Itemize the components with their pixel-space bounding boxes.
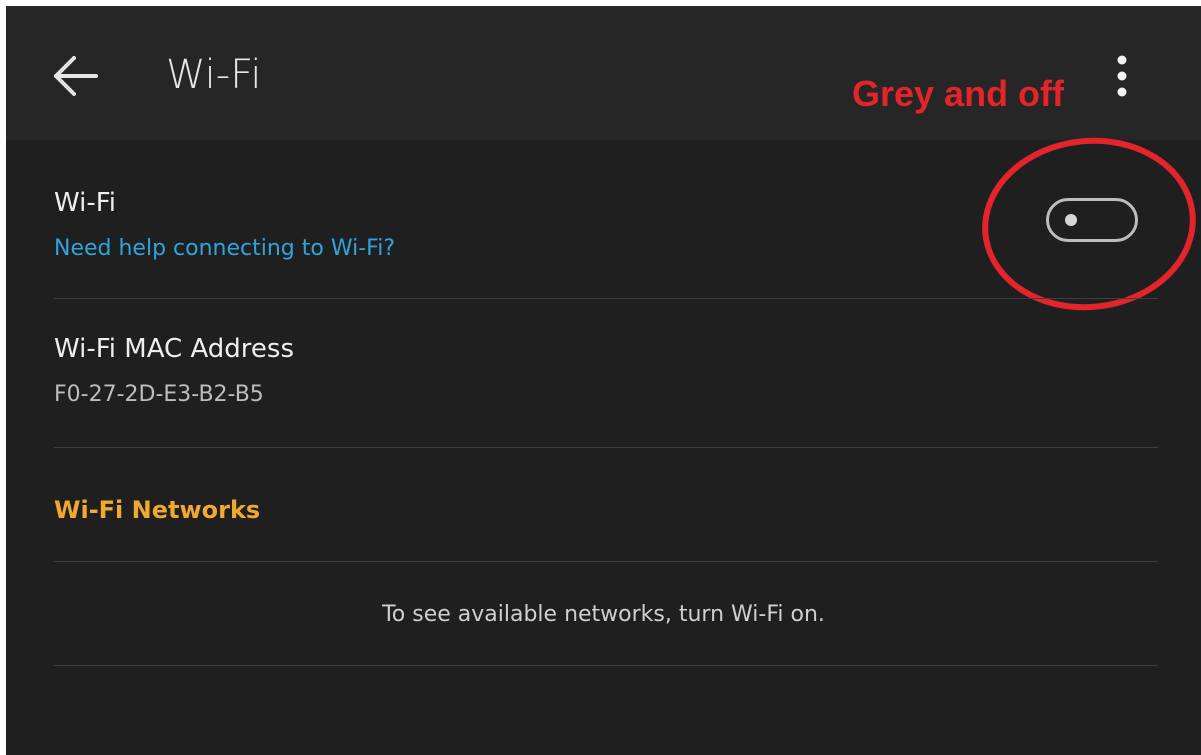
wifi-toggle-switch[interactable] — [1046, 198, 1138, 242]
divider — [54, 561, 1158, 562]
back-button[interactable] — [42, 44, 106, 108]
empty-networks-message: To see available networks, turn Wi-Fi on… — [382, 602, 825, 627]
mac-address-title: Wi-Fi MAC Address — [54, 334, 295, 364]
wifi-help-link[interactable]: Need help connecting to Wi-Fi? — [54, 234, 395, 264]
divider — [54, 447, 1158, 448]
divider — [54, 298, 1158, 299]
wifi-networks-header: Wi-Fi Networks — [54, 496, 261, 524]
wifi-settings-screen: Wi-Fi Grey and off Wi-Fi Need help conne… — [6, 6, 1201, 755]
toggle-knob — [1065, 214, 1077, 226]
wifi-row-title: Wi-Fi — [54, 188, 117, 218]
annotation-label: Grey and off — [852, 73, 1065, 114]
mac-address-value: F0-27-2D-E3-B2-B5 — [54, 382, 264, 407]
app-bar: Wi-Fi Grey and off — [6, 6, 1201, 140]
arrow-left-icon — [54, 56, 98, 96]
divider — [54, 665, 1158, 666]
overflow-menu-button[interactable] — [1104, 52, 1140, 104]
more-vert-icon — [1117, 55, 1127, 97]
page-title: Wi-Fi — [166, 52, 262, 98]
